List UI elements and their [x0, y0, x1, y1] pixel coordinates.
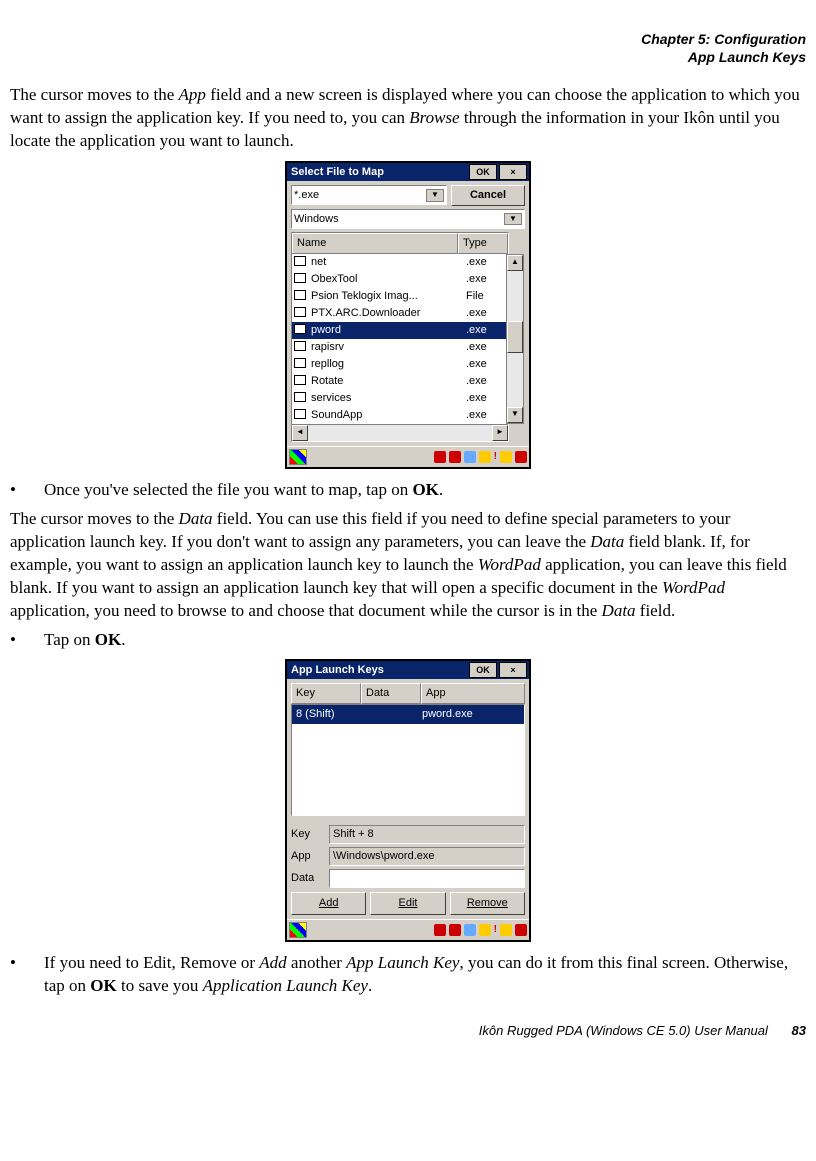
add-button[interactable]: Add	[291, 892, 366, 915]
tray-icon[interactable]	[434, 924, 446, 936]
file-row[interactable]: pword.exe	[292, 322, 508, 339]
titlebar: App Launch Keys OK ×	[287, 661, 529, 679]
file-row[interactable]: services.exe	[292, 390, 508, 407]
page-number: 83	[792, 1023, 806, 1038]
scroll-down-icon[interactable]: ▼	[507, 407, 523, 423]
file-icon	[294, 273, 308, 285]
tray-icon[interactable]	[500, 451, 512, 463]
file-icon	[294, 290, 308, 302]
grid-row[interactable]: 8 (Shift) pword.exe	[292, 705, 524, 724]
app-field[interactable]: \Windows\pword.exe	[329, 847, 525, 866]
tray-icon[interactable]	[479, 924, 491, 936]
bullet-item: • Tap on OK.	[10, 629, 806, 652]
window-title: App Launch Keys	[291, 663, 467, 678]
col-type[interactable]: Type	[458, 233, 508, 253]
col-data[interactable]: Data	[361, 683, 421, 704]
data-label: Data	[291, 871, 323, 886]
scroll-thumb[interactable]	[507, 321, 523, 353]
key-label: Key	[291, 827, 323, 842]
file-icon	[294, 256, 308, 268]
file-icon	[294, 375, 308, 387]
header-chapter: Chapter 5: Configuration	[10, 30, 806, 48]
file-row[interactable]: Rotate.exe	[292, 373, 508, 390]
file-row[interactable]: net.exe	[292, 254, 508, 271]
tray-icon[interactable]	[464, 924, 476, 936]
taskbar: !	[287, 919, 529, 940]
col-key[interactable]: Key	[291, 683, 361, 704]
file-row[interactable]: SoundApp.exe	[292, 407, 508, 424]
start-icon[interactable]	[289, 449, 307, 465]
tray-icon[interactable]: !	[494, 450, 497, 464]
tray-icon[interactable]	[434, 451, 446, 463]
chevron-down-icon[interactable]: ▼	[426, 189, 444, 202]
col-name[interactable]: Name	[292, 233, 458, 253]
horizontal-scrollbar[interactable]: ◄ ►	[292, 424, 508, 441]
cancel-button[interactable]: Cancel	[451, 185, 525, 206]
app-launch-keys-window: App Launch Keys OK × Key Data App 8 (Shi…	[285, 659, 531, 942]
tray-icon[interactable]	[464, 451, 476, 463]
tray-icon[interactable]	[515, 924, 527, 936]
paragraph-2: The cursor moves to the Data field. You …	[10, 508, 806, 623]
ok-button[interactable]: OK	[469, 164, 497, 180]
close-button[interactable]: ×	[499, 662, 527, 678]
ok-button[interactable]: OK	[469, 662, 497, 678]
page-header: Chapter 5: Configuration App Launch Keys	[10, 30, 806, 66]
titlebar: Select File to Map OK ×	[287, 163, 529, 181]
close-button[interactable]: ×	[499, 164, 527, 180]
remove-button[interactable]: Remove	[450, 892, 525, 915]
tray-icon[interactable]: !	[494, 923, 497, 937]
file-row[interactable]: rapisrv.exe	[292, 339, 508, 356]
scroll-left-icon[interactable]: ◄	[292, 425, 308, 441]
select-file-window: Select File to Map OK × *.exe ▼ Cancel W…	[285, 161, 531, 469]
file-row[interactable]: PTX.ARC.Downloader.exe	[292, 305, 508, 322]
tray-icon[interactable]	[500, 924, 512, 936]
data-field[interactable]	[329, 869, 525, 888]
file-row[interactable]: repllog.exe	[292, 356, 508, 373]
file-row[interactable]: ObexTool.exe	[292, 271, 508, 288]
tray-icon[interactable]	[449, 451, 461, 463]
file-icon	[294, 409, 308, 421]
paragraph-1: The cursor moves to the App field and a …	[10, 84, 806, 153]
key-field[interactable]: Shift + 8	[329, 825, 525, 844]
file-icon	[294, 341, 308, 353]
header-section: App Launch Keys	[10, 48, 806, 66]
chevron-down-icon[interactable]: ▼	[504, 213, 522, 226]
footer-text: Ikôn Rugged PDA (Windows CE 5.0) User Ma…	[479, 1023, 768, 1038]
bullet-item: • If you need to Edit, Remove or Add ano…	[10, 952, 806, 998]
tray-icon[interactable]	[449, 924, 461, 936]
file-icon	[294, 358, 308, 370]
scroll-right-icon[interactable]: ►	[492, 425, 508, 441]
grid-body[interactable]: 8 (Shift) pword.exe	[291, 704, 525, 816]
grid-header: Key Data App	[291, 683, 525, 704]
filter-combo[interactable]: *.exe ▼	[291, 185, 447, 205]
tray-icon[interactable]	[515, 451, 527, 463]
file-icon	[294, 307, 308, 319]
vertical-scrollbar[interactable]: ▲ ▼	[506, 254, 524, 424]
file-list: Name Type net.exeObexTool.exePsion Teklo…	[291, 232, 509, 442]
scroll-up-icon[interactable]: ▲	[507, 255, 523, 271]
app-label: App	[291, 849, 323, 864]
file-row[interactable]: Psion Teklogix Imag...File	[292, 288, 508, 305]
edit-button[interactable]: Edit	[370, 892, 445, 915]
page-footer: Ikôn Rugged PDA (Windows CE 5.0) User Ma…	[10, 1022, 806, 1040]
taskbar: !	[287, 446, 529, 467]
file-icon	[294, 324, 308, 336]
window-title: Select File to Map	[291, 165, 467, 180]
folder-combo[interactable]: Windows ▼	[291, 209, 525, 229]
start-icon[interactable]	[289, 922, 307, 938]
tray-icon[interactable]	[479, 451, 491, 463]
system-tray: !	[434, 450, 527, 464]
bullet-item: • Once you've selected the file you want…	[10, 479, 806, 502]
col-app[interactable]: App	[421, 683, 525, 704]
file-icon	[294, 392, 308, 404]
system-tray: !	[434, 923, 527, 937]
